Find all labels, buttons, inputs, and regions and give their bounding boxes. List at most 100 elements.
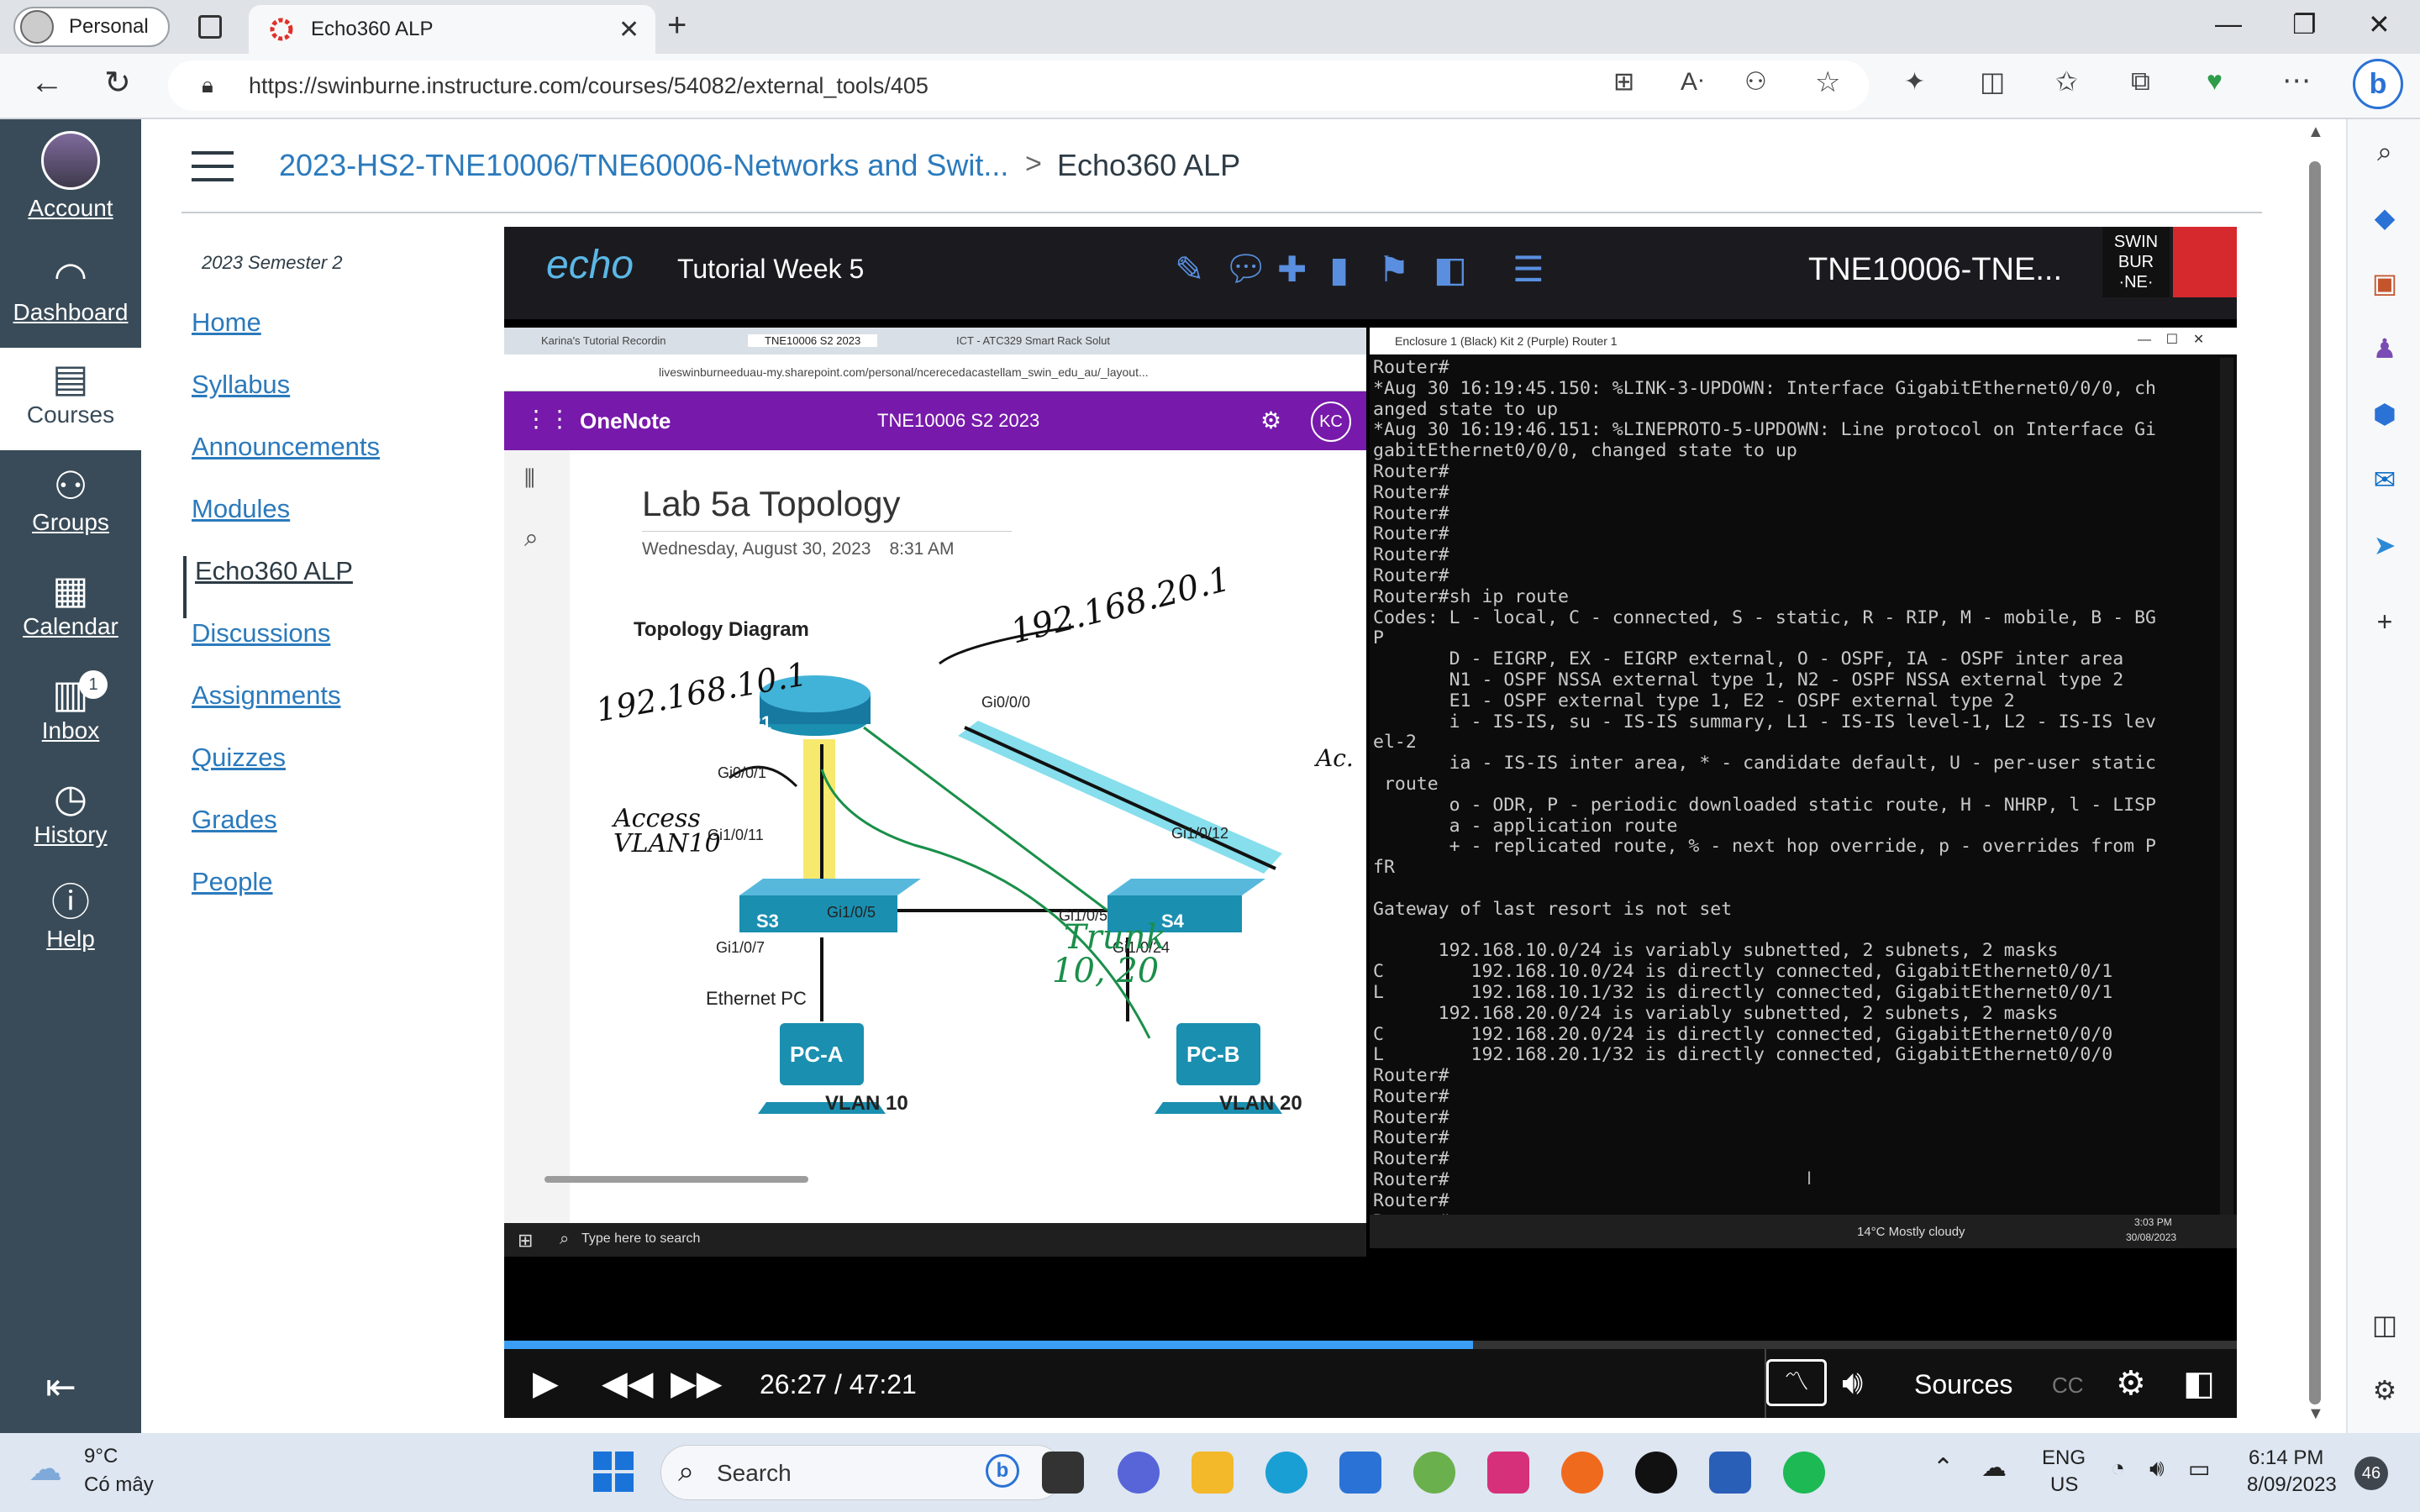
notes-icon[interactable]: ✎	[1175, 249, 1204, 290]
course-nav-announcements[interactable]: Announcements	[183, 432, 502, 494]
scroll-down-icon[interactable]: ▼	[2307, 1404, 2324, 1424]
global-nav-groups[interactable]: ⚇ Groups	[0, 462, 141, 536]
global-nav-dashboard[interactable]: ◠ Dashboard	[0, 252, 141, 326]
browser-essentials-icon[interactable]: ♥	[2207, 66, 2223, 97]
instagram-icon[interactable]	[1487, 1452, 1529, 1494]
global-nav-account[interactable]: Account	[0, 131, 141, 222]
bing-copilot-icon[interactable]: b	[2353, 59, 2403, 109]
extensions-icon[interactable]: ✦	[1904, 67, 1925, 97]
new-tab-icon[interactable]: +	[667, 7, 687, 45]
clock-time[interactable]: 6:14 PM	[2249, 1446, 2323, 1470]
sidebar-shopping-icon[interactable]: ◆	[2348, 202, 2420, 234]
wifi-icon[interactable]: ◔	[2111, 1455, 2125, 1482]
sidebar-hide-icon[interactable]: ◫	[2348, 1309, 2420, 1341]
clock-date[interactable]: 8/09/2023	[2247, 1473, 2337, 1497]
rewind-icon[interactable]: ◀◀	[602, 1364, 654, 1403]
course-nav-discussions[interactable]: Discussions	[183, 618, 502, 680]
language-line1[interactable]: ENG	[2042, 1446, 2086, 1470]
profile-sync-icon[interactable]: ⚇	[1744, 67, 1767, 97]
global-nav-inbox[interactable]: ▥ 1 Inbox	[0, 670, 141, 744]
sources-button[interactable]: Sources	[1914, 1369, 2012, 1400]
hamburger-menu-icon[interactable]	[192, 151, 234, 181]
sidebar-search-icon[interactable]: ⌕	[2348, 136, 2420, 168]
course-nav-syllabus[interactable]: Syllabus	[183, 370, 502, 432]
list-icon[interactable]: ☰	[1512, 249, 1544, 290]
course-nav-assignments[interactable]: Assignments	[183, 680, 502, 743]
speaker-icon[interactable]: 🔊︎	[2149, 1455, 2165, 1483]
file-explorer-icon[interactable]	[1192, 1452, 1234, 1494]
taskbar-search[interactable]: ⌕ Search b	[660, 1445, 1064, 1500]
profile-button[interactable]: Personal	[13, 7, 170, 47]
app-blue-icon[interactable]	[1709, 1452, 1751, 1494]
restore-icon[interactable]: ❐	[2292, 8, 2317, 40]
sidebar-tools-icon[interactable]: ▣	[2348, 267, 2420, 299]
cloud-sync-icon[interactable]: ☁	[1981, 1453, 2007, 1483]
weather-desc[interactable]: Có mây	[84, 1473, 154, 1497]
app-green-icon[interactable]	[1413, 1452, 1455, 1494]
global-nav-courses[interactable]: ▤ Courses	[0, 348, 141, 450]
volume-icon[interactable]: 🔊︎	[1842, 1364, 1863, 1402]
weather-cloud-icon[interactable]: ☁	[29, 1450, 62, 1488]
notification-badge[interactable]: 46	[2354, 1457, 2388, 1490]
course-nav-quizzes[interactable]: Quizzes	[183, 743, 502, 805]
weather-temp[interactable]: 9°C	[84, 1445, 118, 1468]
video-frame[interactable]: Karina's Tutorial Recordin TNE10006 S2 2…	[504, 319, 2237, 1295]
fast-forward-icon[interactable]: ▶▶	[671, 1364, 723, 1403]
course-nav-grades[interactable]: Grades	[183, 805, 502, 867]
tab-actions-icon[interactable]	[198, 15, 222, 39]
collapse-nav-icon[interactable]: ⇤	[45, 1366, 76, 1409]
course-nav-people[interactable]: People	[183, 867, 502, 929]
sidebar-drop-icon[interactable]: ➤	[2348, 529, 2420, 561]
play-icon[interactable]: ▶	[533, 1364, 559, 1403]
close-window-icon[interactable]: ✕	[2368, 8, 2391, 40]
bookmark-icon[interactable]: ▮	[1329, 249, 1349, 290]
sidebar-add-icon[interactable]: +	[2348, 606, 2420, 638]
course-nav-echo360[interactable]: Echo360 ALP	[183, 556, 502, 618]
video-progress-bar[interactable]	[504, 1341, 2237, 1349]
stats-icon[interactable]: 〽	[1766, 1359, 1827, 1406]
github-icon[interactable]	[1635, 1452, 1677, 1494]
favorites-icon[interactable]: ✩	[2055, 66, 2078, 97]
favorite-star-icon[interactable]: ☆	[1815, 66, 1840, 99]
page-scrollbar[interactable]: ▲ ▼	[2302, 119, 2328, 1433]
back-icon[interactable]: ←	[30, 64, 64, 102]
global-nav-history[interactable]: ◷ History	[0, 774, 141, 848]
firefox-icon[interactable]	[1561, 1452, 1603, 1494]
settings-gear-icon[interactable]: ⚙	[2116, 1364, 2146, 1403]
battery-icon[interactable]: ▭	[2188, 1455, 2210, 1483]
course-nav-modules[interactable]: Modules	[183, 494, 502, 556]
more-menu-icon[interactable]: ⋯	[2282, 64, 2311, 97]
task-view-icon[interactable]	[1042, 1452, 1084, 1494]
read-aloud-icon[interactable]: Aᐧ	[1681, 67, 1704, 97]
reload-icon[interactable]: ↻	[104, 64, 131, 102]
flag-icon[interactable]: ⚑	[1378, 249, 1410, 290]
confusion-icon[interactable]: ◧	[1434, 249, 1467, 290]
tray-chevron-icon[interactable]: ⌃	[1933, 1453, 1954, 1483]
browser-tab-active[interactable]: Echo360 ALP ✕	[249, 5, 655, 54]
language-line2[interactable]: US	[2050, 1473, 2078, 1497]
captions-button[interactable]: CC	[2052, 1373, 2084, 1399]
close-tab-icon[interactable]: ✕	[618, 15, 639, 45]
collections-icon[interactable]: ⧉	[2131, 66, 2150, 97]
sidebar-outlook-icon[interactable]: ✉	[2348, 464, 2420, 496]
app-available-icon[interactable]: ⊞	[1613, 67, 1634, 97]
sidebar-microsoft365-icon[interactable]: ⬢	[2348, 398, 2420, 430]
store-icon[interactable]	[1339, 1452, 1381, 1494]
minimize-icon[interactable]: —	[2215, 8, 2242, 39]
edge-icon[interactable]	[1265, 1452, 1307, 1494]
discussion-icon[interactable]: 💬︎	[1223, 249, 1268, 290]
sidebar-games-icon[interactable]: ♟	[2348, 333, 2420, 365]
sidebar-settings-icon[interactable]: ⚙	[2348, 1374, 2420, 1406]
start-icon[interactable]	[593, 1452, 634, 1492]
spotify-icon[interactable]	[1783, 1452, 1825, 1494]
global-nav-help[interactable]: ⓘ Help	[0, 879, 141, 953]
ask-question-icon[interactable]: ✚	[1277, 249, 1307, 290]
course-nav-home[interactable]: Home	[183, 307, 502, 370]
page-scrollbar-thumb[interactable]	[2309, 161, 2321, 1404]
breadcrumb-course[interactable]: 2023-HS2-TNE10006/TNE60006-Networks and …	[279, 148, 1008, 183]
scroll-up-icon[interactable]: ▲	[2307, 123, 2324, 142]
teams-chat-icon[interactable]	[1118, 1452, 1160, 1494]
global-nav-calendar[interactable]: ▦ Calendar	[0, 566, 141, 640]
split-screen-icon[interactable]: ◫	[1980, 66, 2005, 97]
layout-icon[interactable]: ◧	[2183, 1364, 2215, 1403]
